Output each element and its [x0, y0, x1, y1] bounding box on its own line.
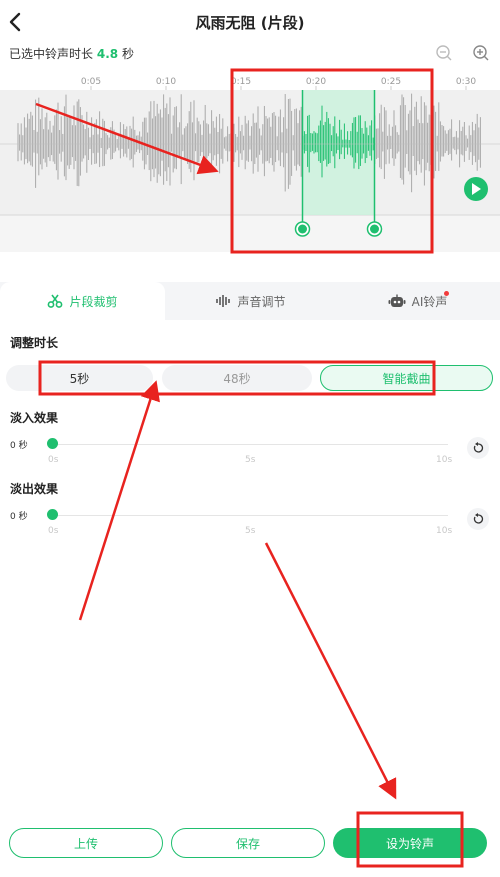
fade-out-reset-button[interactable] [467, 508, 489, 530]
scissors-icon [48, 294, 63, 308]
waveform-background [0, 90, 500, 215]
tab-ai-ringtone[interactable]: AI铃声 [335, 282, 500, 320]
fade-in-tick: 5s [245, 455, 256, 465]
duration-option-48s[interactable]: 48秒 [162, 365, 312, 391]
tab-label: 声音调节 [237, 294, 286, 309]
annotation-arrow-set-ringtone [264, 542, 397, 800]
selection-prefix: 已选中铃声时长 [9, 47, 94, 61]
fade-in-tick: 10s [436, 455, 453, 465]
tab-bar: 片段裁剪 声音调节 AI铃声 [0, 282, 500, 320]
tab-label: AI铃声 [411, 294, 448, 309]
handle-track [0, 215, 500, 252]
fade-out-tick: 0s [48, 526, 59, 536]
new-badge [444, 291, 449, 296]
zoom-in-icon[interactable] [472, 44, 490, 62]
fade-out-tick: 10s [436, 526, 453, 536]
reset-icon [473, 442, 484, 453]
fade-out-tick: 5s [245, 526, 256, 536]
tab-label: 片段裁剪 [69, 294, 118, 309]
play-icon[interactable] [464, 177, 488, 201]
tab-clip[interactable]: 片段裁剪 [0, 282, 165, 320]
page-title: 风雨无阻 (片段) [195, 14, 305, 32]
tab-sound[interactable]: 声音调节 [168, 282, 333, 320]
fade-in-track[interactable] [52, 444, 448, 445]
header: 风雨无阻 (片段) [0, 0, 500, 44]
fade-out-knob[interactable] [46, 509, 58, 520]
duration-title: 调整时长 [10, 336, 59, 350]
selection-end-handle[interactable] [366, 221, 383, 237]
waveform-editor[interactable] [0, 72, 500, 252]
duration-option-5s[interactable]: 5秒 [6, 365, 153, 391]
robot-icon [388, 294, 406, 307]
duration-option-smart[interactable]: 智能截曲 [320, 365, 493, 391]
save-button[interactable]: 保存 [171, 828, 325, 858]
upload-button[interactable]: 上传 [9, 828, 163, 858]
selection-value: 4.8 [96, 47, 119, 61]
selection-unit: 秒 [121, 47, 134, 61]
sound-wave-icon [216, 295, 231, 307]
set-ringtone-button[interactable]: 设为铃声 [333, 828, 487, 858]
fade-in-value: 0 秒 [10, 441, 28, 451]
fade-in-title: 淡入效果 [10, 411, 59, 425]
selection-start-handle[interactable] [294, 221, 311, 237]
selection-duration: 已选中铃声时长 4.8 秒 [9, 45, 134, 62]
fade-out-track[interactable] [52, 515, 448, 516]
fade-out-title: 淡出效果 [10, 482, 59, 496]
selection-row: 已选中铃声时长 4.8 秒 [0, 44, 500, 64]
annotation-arrow-duration [78, 380, 160, 621]
fade-out-value: 0 秒 [10, 512, 28, 522]
fade-in-tick: 0s [48, 455, 59, 465]
fade-in-reset-button[interactable] [467, 437, 489, 459]
zoom-out-icon[interactable] [435, 44, 453, 62]
reset-icon [473, 513, 484, 524]
fade-in-knob[interactable] [46, 438, 58, 449]
